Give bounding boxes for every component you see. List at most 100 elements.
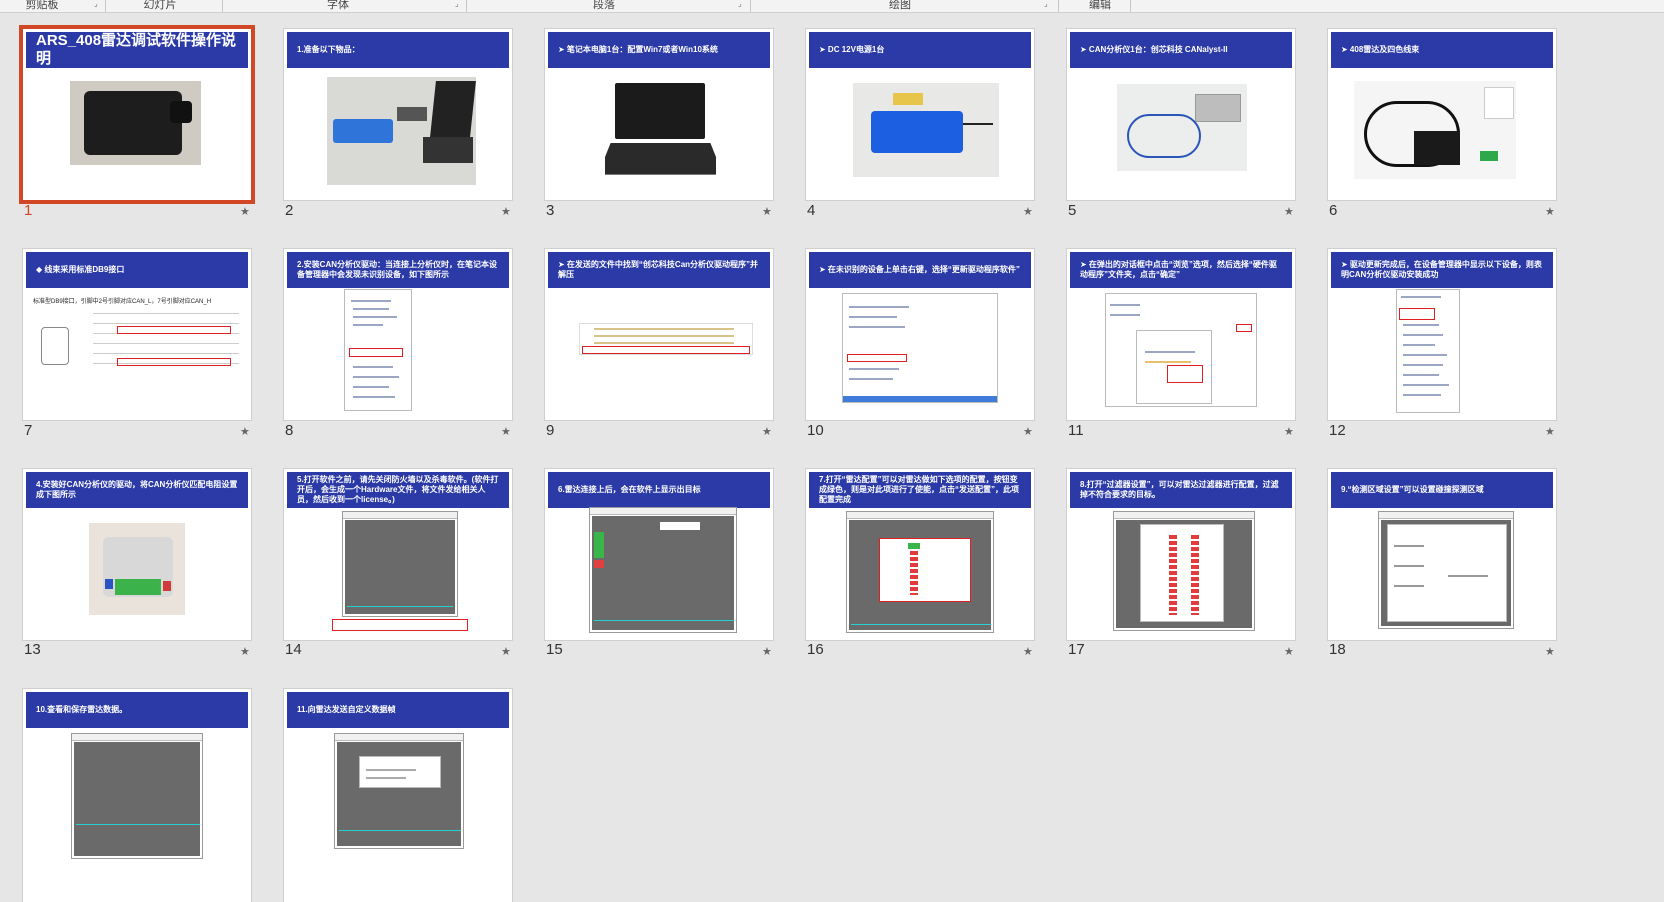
slide-number: 2 [285, 202, 294, 219]
transition-star-icon: ★ [1284, 426, 1294, 438]
browse-folder-dialog [1136, 330, 1212, 404]
dialog-launcher-icon[interactable]: ⌟ [94, 0, 102, 8]
slide-number: 11 [1068, 422, 1084, 439]
dialog-launcher-icon[interactable]: ⌟ [455, 0, 463, 8]
slide-number: 6 [1329, 202, 1338, 219]
slide-thumbnail[interactable]: 10.查看和保存雷达数据。 [22, 688, 252, 902]
slide-title: 5.打开软件之前，请先关闭防火墙以及杀毒软件。(软件打开后，会生成一个Hardw… [287, 472, 509, 508]
transition-star-icon: ★ [1023, 646, 1033, 658]
send-frame-dialog [359, 756, 441, 788]
harness-photo [1354, 81, 1516, 179]
slide-title: 10.查看和保存雷达数据。 [26, 692, 248, 728]
transition-star-icon: ★ [240, 206, 250, 218]
radar-photo [70, 81, 201, 165]
slide-thumbnail[interactable]: ◆ 线束采用标准DB9接口 标准型DB9接口，引脚中2号引脚对应CAN_L，7号… [22, 248, 252, 421]
slide-title: ➤ 在未识别的设备上单击右键，选择“更新驱动程序软件” [809, 252, 1031, 288]
device-manager-screenshot [344, 289, 412, 411]
transition-star-icon: ★ [762, 646, 772, 658]
slide-thumbnail[interactable]: ➤ 笔记本电脑1台：配置Win7或者Win10系统 [544, 28, 774, 201]
slide-title: ➤ 驱动更新完成后，在设备管理器中显示以下设备，则表明CAN分析仪驱动安装成功 [1331, 252, 1553, 288]
transition-star-icon: ★ [501, 206, 511, 218]
slide-number: 5 [1068, 202, 1077, 219]
transition-star-icon: ★ [1023, 206, 1033, 218]
radar-config-screenshot [846, 511, 994, 633]
transition-star-icon: ★ [1284, 646, 1294, 658]
slide-note: 标准型DB9接口，引脚中2号引脚对应CAN_L，7号引脚对应CAN_H [33, 299, 212, 305]
slide-title: 9.“检测区域设置”可以设置碰撞探测区域 [1331, 472, 1553, 508]
transition-star-icon: ★ [1545, 426, 1555, 438]
laptop-photo [605, 79, 716, 179]
slide-number: 18 [1329, 641, 1346, 658]
slide-title: 6.雷达连接上后，会在软件上显示出目标 [548, 472, 770, 508]
detection-area-dialog [1387, 524, 1507, 622]
slide-thumbnail[interactable]: 1.准备以下物品： [283, 28, 513, 201]
slide-number: 8 [285, 422, 294, 439]
browse-dialog-screenshot [1105, 293, 1257, 407]
slide-thumbnail[interactable]: 2.安装CAN分析仪驱动：当连接上分析仪时，在笔记本设备管理器中会发现未识别设备… [283, 248, 513, 421]
ribbon-group-editing: 编辑 [1089, 0, 1111, 11]
slide-thumbnail[interactable]: 5.打开软件之前，请先关闭防火墙以及杀毒软件。(软件打开后，会生成一个Hardw… [283, 468, 513, 641]
slide-thumbnail[interactable]: 6.雷达连接上后，会在软件上显示出目标 [544, 468, 774, 641]
slide-number: 10 [807, 422, 824, 439]
slide-number: 13 [24, 641, 41, 658]
slide-title: 8.打开“过滤器设置”，可以对雷达过滤器进行配置，过滤掉不符合要求的目标。 [1070, 472, 1292, 508]
slide-number: 4 [807, 202, 816, 219]
slide-title: 1.准备以下物品： [287, 32, 509, 68]
slide-thumbnail[interactable]: ➤ CAN分析仪1台：创芯科技 CANalyst-II [1066, 28, 1296, 201]
transition-star-icon: ★ [1545, 646, 1555, 658]
slide-title: ➤ DC 12V电源1台 [809, 32, 1031, 68]
license-file-highlight [332, 619, 468, 631]
slide-thumbnail[interactable]: ➤ DC 12V电源1台 [805, 28, 1035, 201]
can-analyzer-hand-photo [89, 523, 185, 615]
ribbon-group-slides: 幻灯片 [143, 0, 177, 11]
slide-title: 2.安装CAN分析仪驱动：当连接上分析仪时，在笔记本设备管理器中会发现未识别设备… [287, 252, 509, 288]
update-driver-screenshot [842, 293, 998, 403]
dialog-launcher-icon[interactable]: ⌟ [738, 0, 746, 8]
transition-star-icon: ★ [1023, 426, 1033, 438]
slide-number: 3 [546, 202, 555, 219]
filter-config-screenshot [1113, 511, 1255, 631]
slide-number: 1 [24, 202, 33, 219]
transition-star-icon: ★ [1545, 206, 1555, 218]
radar-software-screenshot [342, 511, 458, 617]
ribbon-group-labels: 剪贴板 ⌟ 幻灯片 字体 ⌟ 段落 ⌟ 绘图 ⌟ 编辑 [0, 0, 1664, 13]
slide-thumbnail[interactable]: ➤ 408雷达及四色线束 [1327, 28, 1557, 201]
device-manager-screenshot [1396, 289, 1460, 413]
slide-title: 7.打开“雷达配置”可以对雷达做如下选项的配置，按钮变成绿色，则是对此项进行了使… [809, 472, 1031, 508]
slide-thumbnail[interactable]: ➤ 在未识别的设备上单击右键，选择“更新驱动程序软件” [805, 248, 1035, 421]
slide-number: 7 [24, 422, 33, 439]
equipment-photo [327, 77, 476, 185]
transition-star-icon: ★ [240, 646, 250, 658]
slide-thumbnail[interactable]: 4.安装好CAN分析仪的驱动，将CAN分析仪匹配电阻设置成下图所示 [22, 468, 252, 641]
transition-star-icon: ★ [762, 206, 772, 218]
radar-config-dialog [879, 538, 971, 602]
can-analyzer-photo [1117, 84, 1247, 171]
file-list-screenshot [579, 323, 753, 355]
slide-title: ➤ 笔记本电脑1台：配置Win7或者Win10系统 [548, 32, 770, 68]
slide-number: 17 [1068, 641, 1085, 658]
slide-title: ➤ 408雷达及四色线束 [1331, 32, 1553, 68]
slide-thumbnail[interactable]: ➤ 在弹出的对话框中点击“浏览”选项，然后选择“硬件驱动程序”文件夹，点击“确定… [1066, 248, 1296, 421]
detection-area-screenshot [1378, 511, 1514, 629]
slide-thumbnail[interactable]: 9.“检测区域设置”可以设置碰撞探测区域 [1327, 468, 1557, 641]
slide-thumbnail[interactable]: ARS_408雷达调试软件操作说明 [19, 25, 255, 204]
slide-title: ◆ 线束采用标准DB9接口 [26, 252, 248, 288]
transition-star-icon: ★ [501, 646, 511, 658]
slide-number: 16 [807, 641, 824, 658]
ribbon-group-clipboard: 剪贴板 [25, 0, 59, 11]
slide-thumbnail[interactable]: ➤ 在发送的文件中找到“创芯科技Can分析仪驱动程序”并解压 [544, 248, 774, 421]
slide-title: 4.安装好CAN分析仪的驱动，将CAN分析仪匹配电阻设置成下图所示 [26, 472, 248, 508]
slide-thumbnail[interactable]: 7.打开“雷达配置”可以对雷达做如下选项的配置，按钮变成绿色，则是对此项进行了使… [805, 468, 1035, 641]
slide-thumbnail[interactable]: 8.打开“过滤器设置”，可以对雷达过滤器进行配置，过滤掉不符合要求的目标。 [1066, 468, 1296, 641]
slide-thumbnail[interactable]: ➤ 驱动更新完成后，在设备管理器中显示以下设备，则表明CAN分析仪驱动安装成功 [1327, 248, 1557, 421]
radar-data-screenshot [71, 733, 203, 859]
slide-thumbnail[interactable]: 11.向雷达发送自定义数据帧 [283, 688, 513, 902]
slide-title: ➤ 在发送的文件中找到“创芯科技Can分析仪驱动程序”并解压 [548, 252, 770, 288]
ribbon-group-font: 字体 [327, 0, 349, 11]
slide-title: 11.向雷达发送自定义数据帧 [287, 692, 509, 728]
slide-number: 12 [1329, 422, 1346, 439]
radar-software-screenshot [589, 507, 737, 633]
slide-number: 15 [546, 641, 563, 658]
slide-title: ARS_408雷达调试软件操作说明 [26, 32, 248, 68]
dialog-launcher-icon[interactable]: ⌟ [1044, 0, 1052, 8]
